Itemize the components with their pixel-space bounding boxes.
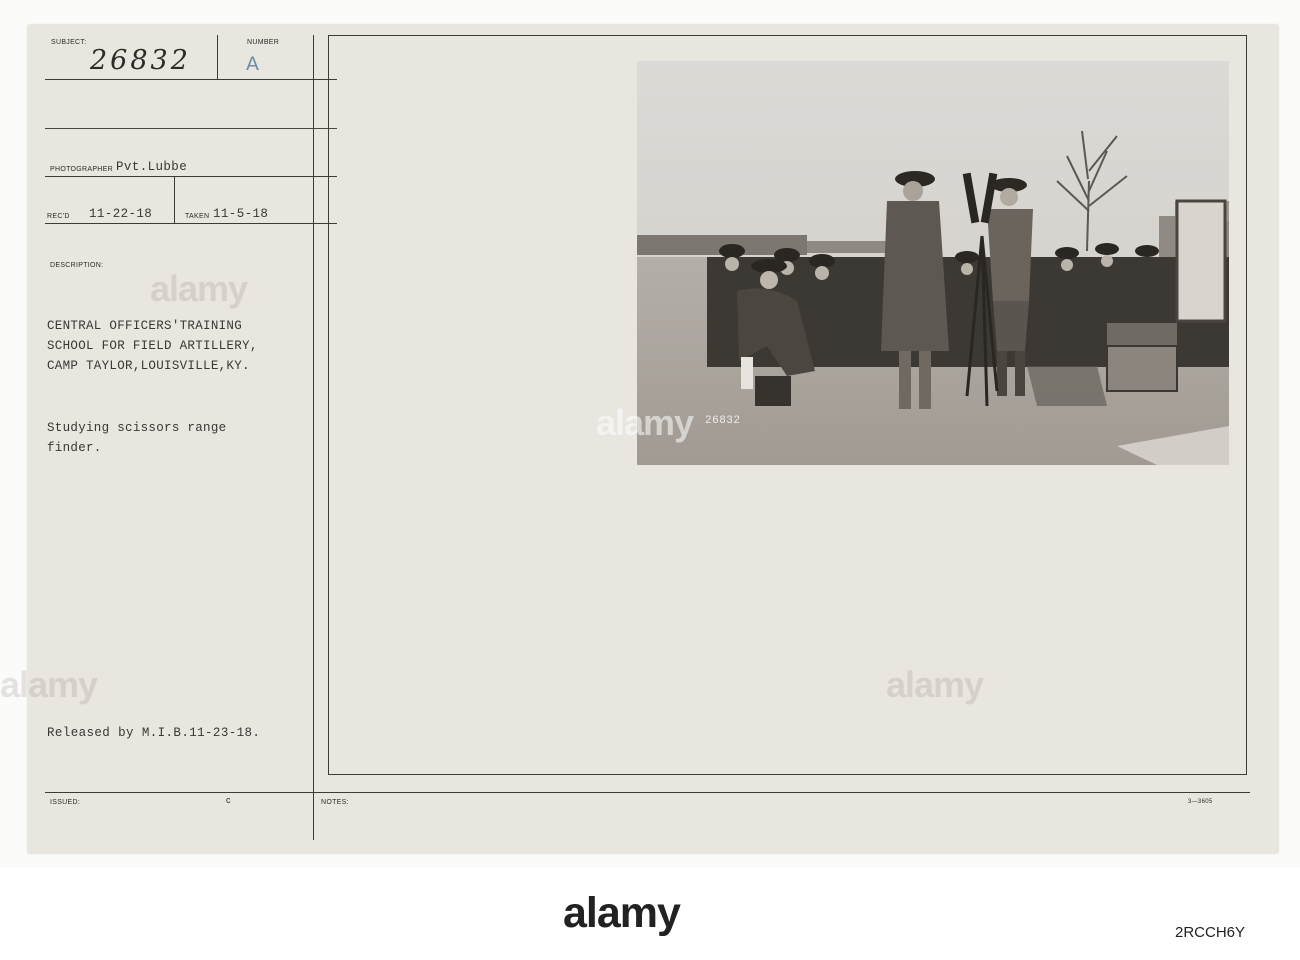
taken-value: 11-5-18	[213, 207, 269, 221]
number-label: NUMBER	[247, 39, 280, 46]
notes-label: NOTES:	[321, 799, 349, 806]
watermark: alamy	[886, 664, 984, 705]
stock-logo: alamy	[563, 889, 681, 937]
photo-scene	[637, 61, 1229, 465]
photographer-value: Pvt.Lubbe	[116, 160, 188, 174]
number-value: A	[246, 53, 259, 75]
subject-number-divider	[217, 35, 218, 79]
issued-label: ISSUED:	[50, 799, 81, 806]
released-line: Released by M.I.B.11-23-18.	[47, 726, 261, 740]
description-line: CAMP TAYLOR,LOUISVILLE,KY.	[47, 359, 250, 373]
description-line: CENTRAL OFFICERS'TRAINING	[47, 319, 243, 333]
caption-line: finder.	[47, 441, 102, 455]
description-line: SCHOOL FOR FIELD ARTILLERY,	[47, 339, 258, 353]
dates-underline	[45, 223, 337, 224]
form-number: 3—3605	[1188, 799, 1213, 805]
stock-image-id: 2RCCH6Y	[1175, 924, 1246, 941]
description-label: DESCRIPTION:	[50, 262, 104, 269]
caption-line: Studying scissors range	[47, 421, 227, 435]
column-divider	[313, 35, 314, 840]
photo-number-overlay: 26832	[705, 415, 741, 427]
watermark: alamy	[150, 268, 248, 309]
photographer-label: PHOTOGRAPHER	[50, 166, 113, 173]
description-text: CENTRAL OFFICERS'TRAINING SCHOOL FOR FIE…	[47, 316, 258, 376]
dates-divider	[174, 176, 175, 224]
watermark: alamy	[596, 402, 694, 443]
subject-underline	[45, 79, 337, 80]
taken-label: TAKEN	[185, 213, 210, 220]
watermark: alamy	[0, 664, 98, 705]
rule-under-header	[45, 128, 337, 129]
caption-text: Studying scissors range finder.	[47, 418, 226, 458]
issued-mark: c	[226, 795, 231, 805]
historical-photograph: 26832	[637, 61, 1229, 465]
subject-value: 26832	[90, 45, 191, 76]
recd-value: 11-22-18	[89, 207, 153, 221]
issued-notes-rule	[45, 792, 1250, 793]
recd-label: REC'D	[47, 213, 70, 220]
photographer-underline	[45, 176, 337, 177]
subject-label: SUBJECT:	[51, 39, 87, 46]
